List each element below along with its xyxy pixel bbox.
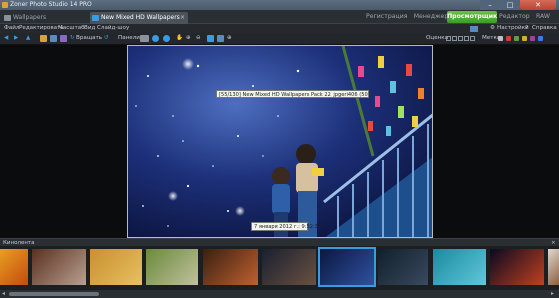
menu-bar: Файл Редактировать Масштаб Вид Слайд-шоу…: [0, 24, 559, 33]
label-yellow-icon[interactable]: [522, 36, 527, 41]
window-title: Zoner Photo Studio 14 PRO: [10, 1, 92, 8]
thumbnail-dark-figure[interactable]: [378, 249, 428, 285]
thumbnail-night-sky[interactable]: [318, 247, 376, 287]
fit-icon[interactable]: [207, 35, 214, 42]
tab-wallpapers[interactable]: Wallpapers: [2, 12, 88, 24]
thumbnail-woman-white[interactable]: [548, 249, 559, 285]
scroll-right-icon[interactable]: ▸: [551, 290, 554, 298]
panel-layout-icon[interactable]: [140, 35, 149, 42]
back-icon[interactable]: ◀: [4, 35, 8, 41]
globe-icon[interactable]: [163, 35, 170, 42]
close-icon: ✕: [535, 1, 541, 9]
mode-raw[interactable]: RAW: [533, 11, 553, 23]
label-blue-icon[interactable]: [538, 36, 543, 41]
print-icon[interactable]: [60, 35, 67, 42]
menu-slideshow[interactable]: Слайд-шоу: [97, 25, 129, 31]
up-icon[interactable]: ▲: [26, 35, 30, 41]
info-icon[interactable]: [152, 35, 159, 42]
mode-registration[interactable]: Регистрация: [366, 11, 408, 23]
tab-bar: Wallpapers New Mixed HD Wallpapers F... …: [0, 10, 559, 33]
forward-icon[interactable]: ▶: [14, 35, 18, 41]
panels-button[interactable]: Панели: [118, 35, 140, 41]
mode-viewer[interactable]: Просмотрщик: [447, 11, 497, 23]
filmstrip-scrollbar[interactable]: ◂ ▸: [0, 290, 559, 298]
rating-2-icon[interactable]: [458, 36, 463, 41]
menu-file[interactable]: Файл: [4, 25, 19, 31]
rating-4-icon[interactable]: [470, 36, 475, 41]
settings-menu[interactable]: Настройки: [497, 25, 529, 31]
label-green-icon[interactable]: [514, 36, 519, 41]
thumbnail-orange[interactable]: [0, 249, 28, 285]
menu-edit[interactable]: Редактировать: [19, 25, 64, 31]
main-photo[interactable]: [127, 45, 433, 238]
save-icon[interactable]: [50, 35, 57, 42]
folder-icon: [4, 15, 11, 21]
zoom-out-icon[interactable]: ⊖: [196, 35, 201, 41]
help-menu[interactable]: Справка: [532, 25, 557, 31]
thumbnail-sheep[interactable]: [146, 249, 198, 285]
actual-size-icon[interactable]: [217, 35, 224, 42]
thumbnail-bundt-cake[interactable]: [203, 249, 258, 285]
maximize-button[interactable]: □: [500, 0, 520, 10]
zoom-in-icon[interactable]: ⊕: [186, 35, 191, 41]
filmstrip: [0, 246, 559, 290]
mode-editor[interactable]: Редактор: [499, 11, 530, 23]
file-info-label: [55/130] New Mixed HD Wallpapers Pack 22…: [216, 90, 369, 98]
help-icon[interactable]: ?: [525, 25, 528, 31]
scroll-left-icon[interactable]: ◂: [2, 290, 5, 298]
minimize-button[interactable]: –: [480, 0, 500, 10]
close-button[interactable]: ✕: [520, 0, 556, 10]
label-none-icon[interactable]: [498, 36, 503, 41]
thumbnail-woman-dress[interactable]: [262, 249, 316, 285]
rotate-button[interactable]: Вращать: [76, 35, 102, 41]
menu-zoom[interactable]: Масштаб: [58, 25, 85, 31]
night-sky-children-image: [128, 46, 432, 237]
date-info-label: 7 января 2012 г.: 9:52:32: [251, 222, 321, 231]
image-viewer[interactable]: [55/130] New Mixed HD Wallpapers Pack 22…: [0, 45, 559, 238]
folder-icon: [92, 15, 99, 21]
title-bar: Zoner Photo Studio 14 PRO – □ ✕: [0, 0, 559, 10]
rating-label: Оценка: [426, 35, 449, 41]
label-purple-icon[interactable]: [530, 36, 535, 41]
mode-manager[interactable]: Менеджер: [413, 11, 449, 23]
rating-none-icon[interactable]: [446, 36, 451, 41]
folder-icon[interactable]: [40, 35, 47, 42]
filmstrip-header: Кинолента ×: [0, 238, 559, 246]
thumbnail-frog[interactable]: [433, 249, 486, 285]
thumbnail-gold-text[interactable]: [90, 249, 142, 285]
rating-1-icon[interactable]: [452, 36, 457, 41]
tab-label: Wallpapers: [13, 14, 47, 21]
label-red-icon[interactable]: [506, 36, 511, 41]
rotate-icon[interactable]: ↻: [70, 35, 75, 41]
monitor-icon[interactable]: [470, 26, 478, 32]
hand-icon[interactable]: ✋: [176, 35, 183, 41]
thumbnail-fireworks[interactable]: [490, 249, 544, 285]
gear-icon[interactable]: ⚙: [490, 25, 495, 31]
rotate-right-icon[interactable]: ↺: [104, 35, 109, 41]
scrollbar-thumb[interactable]: [9, 292, 99, 296]
thumbnail-cake[interactable]: [32, 249, 86, 285]
close-tab-icon[interactable]: ×: [180, 12, 185, 24]
toolbar: ◀ ▶ ▲ ↻ Вращать ↺ Панели ✋ ⊕ ⊖ ⊕ Оценка …: [0, 33, 559, 45]
zoom-tool-icon[interactable]: ⊕: [227, 35, 232, 41]
rating-3-icon[interactable]: [464, 36, 469, 41]
tab-new-mixed-wallpapers[interactable]: New Mixed HD Wallpapers F... ×: [90, 12, 188, 33]
app-logo-icon: [2, 2, 8, 8]
menu-view[interactable]: Вид: [84, 25, 95, 31]
